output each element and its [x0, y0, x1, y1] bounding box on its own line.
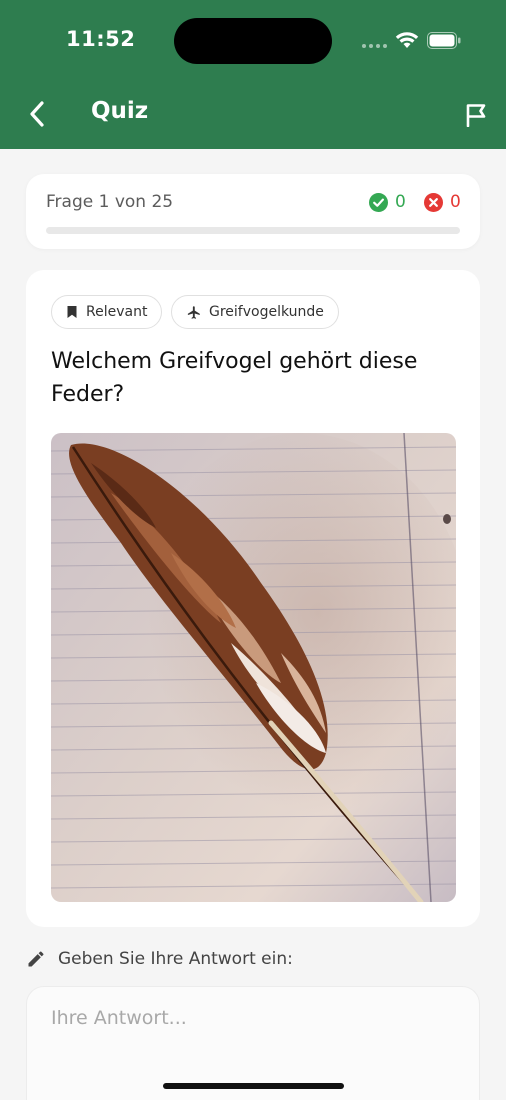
tag-label: Greifvogelkunde	[209, 304, 324, 320]
tag-category[interactable]: Greifvogelkunde	[171, 295, 339, 329]
answer-label: Geben Sie Ihre Antwort ein:	[58, 949, 293, 969]
check-circle-icon	[369, 192, 388, 212]
question-counter: Frage 1 von 25	[46, 192, 174, 212]
battery-icon	[427, 32, 461, 49]
wrong-score: 0	[424, 192, 461, 212]
home-indicator	[163, 1083, 344, 1089]
back-button[interactable]	[22, 97, 52, 131]
correct-count: 0	[395, 192, 406, 212]
correct-score: 0	[369, 192, 406, 212]
chevron-left-icon	[30, 101, 44, 127]
pencil-icon	[28, 951, 44, 967]
x-circle-icon	[424, 192, 443, 212]
progress-bar	[46, 227, 460, 234]
report-flag-button[interactable]	[460, 100, 492, 130]
question-card: Relevant Greifvogelkunde Welchem Greifvo…	[26, 270, 480, 927]
status-time: 11:52	[66, 27, 136, 51]
app-header: 11:52 Quiz	[0, 0, 506, 149]
progress-card: Frage 1 von 25 0 0	[26, 174, 480, 249]
tag-label: Relevant	[86, 304, 148, 320]
tag-relevant[interactable]: Relevant	[51, 295, 163, 329]
dynamic-island	[174, 18, 332, 64]
feather-image	[51, 433, 456, 902]
airplane-icon	[187, 305, 200, 319]
answer-label-row: Geben Sie Ihre Antwort ein:	[26, 949, 293, 969]
page-title: Quiz	[91, 98, 149, 124]
question-text: Welchem Greifvogel gehört diese Feder?	[51, 349, 418, 407]
feather-photo[interactable]	[51, 433, 456, 902]
flag-icon	[466, 104, 486, 127]
cellular-signal-icon	[362, 44, 387, 48]
bookmark-icon	[67, 306, 77, 318]
wifi-icon	[395, 32, 419, 48]
wrong-count: 0	[450, 192, 461, 212]
